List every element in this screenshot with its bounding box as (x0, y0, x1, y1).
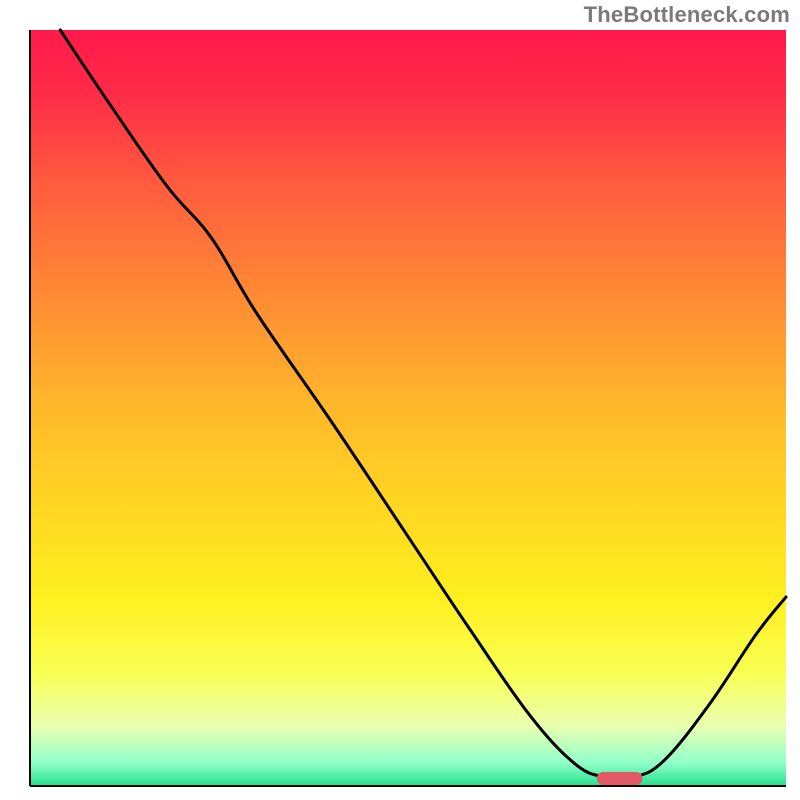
plot-background (30, 30, 786, 786)
chart-stage: TheBottleneck.com (0, 0, 800, 800)
bottleneck-chart (0, 0, 800, 800)
optimal-marker (597, 772, 642, 785)
watermark-text: TheBottleneck.com (584, 2, 790, 28)
